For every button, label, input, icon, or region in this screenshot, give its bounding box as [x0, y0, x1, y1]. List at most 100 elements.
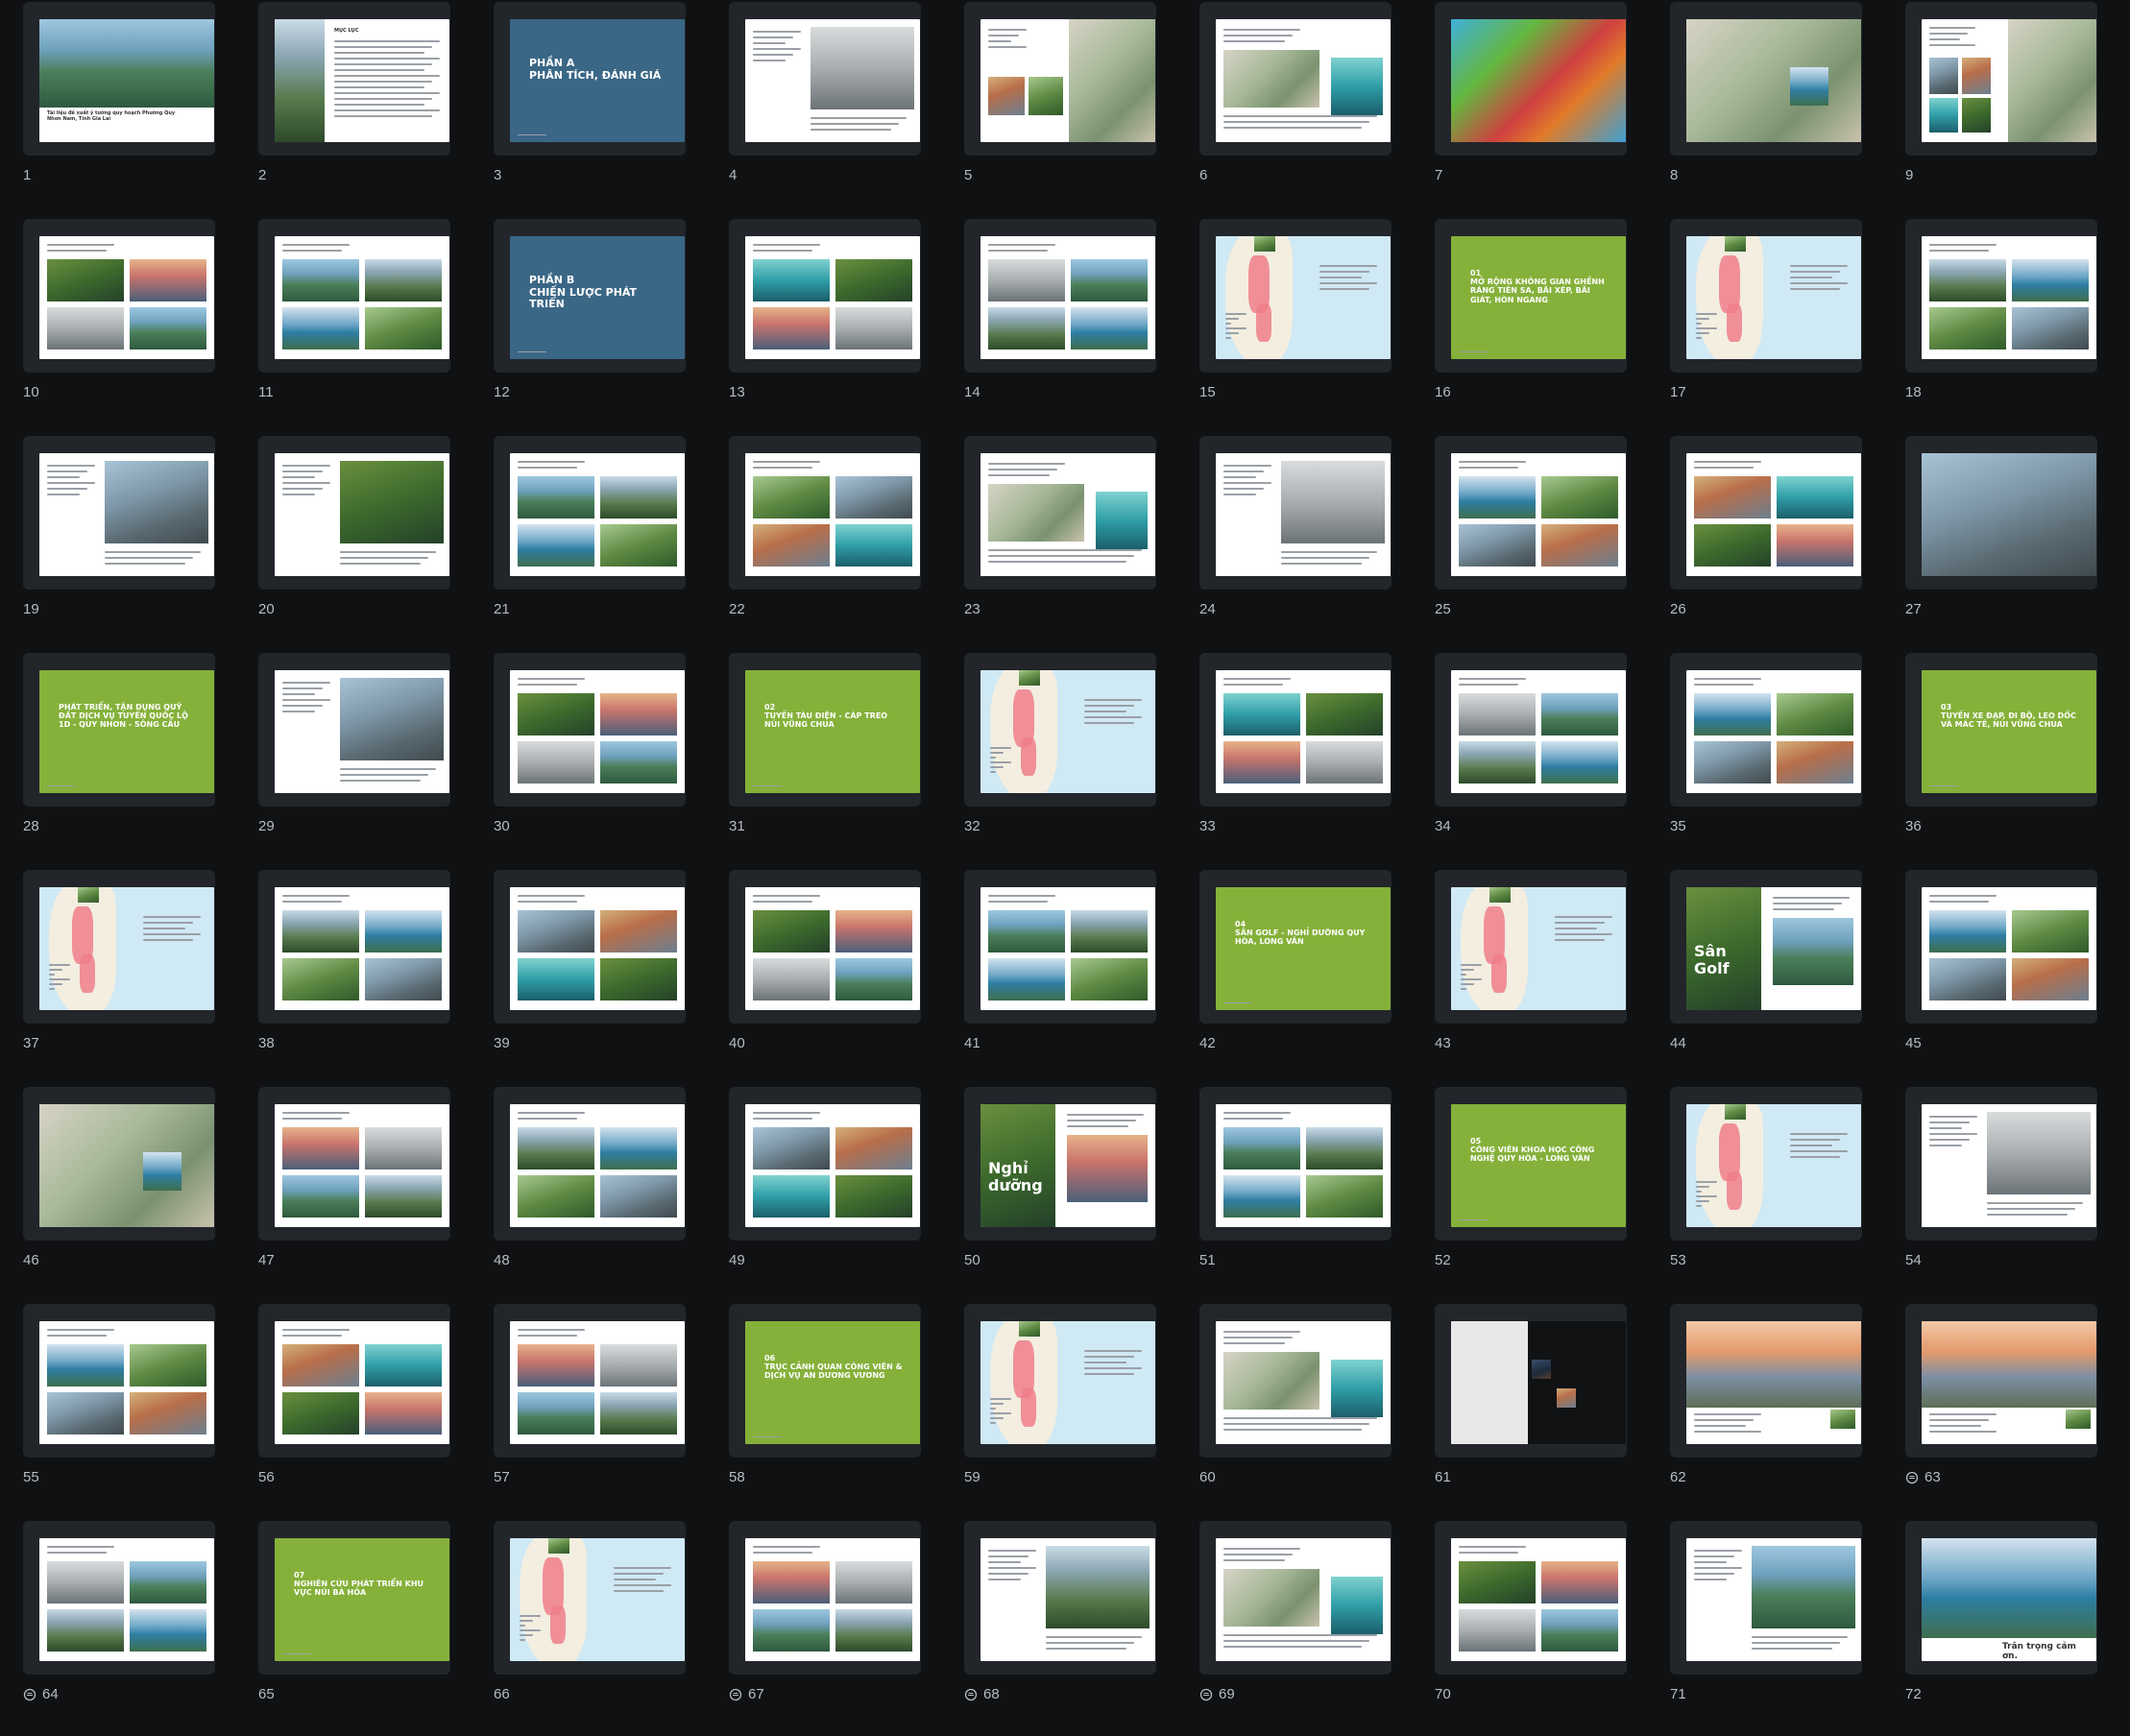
slide-page[interactable]: 07 NGHIÊN CỨU PHÁT TRIỂN KHU VỰC NÚI BÀ …	[275, 1538, 449, 1661]
slide-thumbnail[interactable]: 35	[1668, 651, 1889, 868]
comment-icon[interactable]	[1199, 1688, 1213, 1701]
slide-page[interactable]: PHẦN B CHIẾN LƯỢC PHÁT TRIỂN	[510, 236, 685, 359]
thumbnail-frame[interactable]	[494, 1087, 686, 1241]
thumbnail-frame[interactable]	[23, 1521, 215, 1675]
slide-page[interactable]: PHẦN A PHÂN TÍCH, ĐÁNH GIÁ	[510, 19, 685, 142]
slide-thumbnail[interactable]: 62	[1668, 1302, 1889, 1519]
slide-thumbnail[interactable]: 07 NGHIÊN CỨU PHÁT TRIỂN KHU VỰC NÚI BÀ …	[256, 1519, 477, 1736]
thumbnail-frame[interactable]	[23, 436, 215, 590]
slide-thumbnail[interactable]: 02 TUYẾN TÀU ĐIỆN - CÁP TREO NÚI VŨNG CH…	[727, 651, 948, 868]
thumbnail-frame[interactable]	[1905, 1304, 2097, 1458]
slide-page[interactable]	[275, 236, 449, 359]
thumbnail-frame[interactable]	[1435, 653, 1627, 807]
thumbnail-frame[interactable]	[1435, 870, 1627, 1024]
slide-thumbnail[interactable]: 53	[1668, 1085, 1889, 1302]
comment-icon[interactable]	[964, 1688, 978, 1701]
slide-thumbnail[interactable]: 46	[21, 1085, 242, 1302]
thumbnail-frame[interactable]: Nghỉ dưỡng	[964, 1087, 1156, 1241]
slide-thumbnail[interactable]: 45	[1903, 868, 2124, 1085]
slide-page[interactable]	[510, 670, 685, 793]
slide-page[interactable]	[1216, 19, 1391, 142]
slide-page[interactable]	[745, 1104, 920, 1227]
slide-page[interactable]	[39, 453, 214, 576]
slide-page[interactable]	[1922, 236, 2096, 359]
thumbnail-frame[interactable]	[1670, 2, 1862, 156]
slide-thumbnail[interactable]: 66	[492, 1519, 713, 1736]
slide-page[interactable]	[510, 1538, 685, 1661]
slide-thumbnail[interactable]: 11	[256, 217, 477, 434]
thumbnail-frame[interactable]	[729, 219, 921, 373]
thumbnail-frame[interactable]	[964, 2, 1156, 156]
slide-page[interactable]	[1922, 453, 2096, 576]
comment-icon[interactable]	[1905, 1471, 1919, 1484]
slide-thumbnail[interactable]: 71	[1668, 1519, 1889, 1736]
thumbnail-frame[interactable]	[494, 436, 686, 590]
slide-page[interactable]	[275, 670, 449, 793]
slide-page[interactable]	[745, 1538, 920, 1661]
slide-page[interactable]: 03 TUYẾN XE ĐẠP, ĐI BỘ, LEO DỐC VÀ MÁC T…	[1922, 670, 2096, 793]
slide-thumbnail[interactable]: 6	[1198, 0, 1418, 217]
slide-thumbnail[interactable]: 05 CÔNG VIÊN KHOA HỌC CÔNG NGHỆ QUY HÒA …	[1433, 1085, 1654, 1302]
comment-icon[interactable]	[23, 1688, 36, 1701]
slide-page[interactable]	[510, 887, 685, 1010]
thumbnail-frame[interactable]: 02 TUYẾN TÀU ĐIỆN - CÁP TREO NÚI VŨNG CH…	[729, 653, 921, 807]
slide-thumbnail[interactable]: 20	[256, 434, 477, 651]
slide-page[interactable]: Nghỉ dưỡng	[980, 1104, 1155, 1227]
thumbnail-frame[interactable]	[964, 1304, 1156, 1458]
thumbnail-frame[interactable]	[729, 2, 921, 156]
slide-page[interactable]	[1451, 453, 1626, 576]
slide-thumbnail[interactable]: 39	[492, 868, 713, 1085]
thumbnail-frame[interactable]	[1199, 219, 1392, 373]
slide-thumbnail[interactable]: 48	[492, 1085, 713, 1302]
thumbnail-frame[interactable]	[1199, 653, 1392, 807]
slide-page[interactable]: 02 TUYẾN TÀU ĐIỆN - CÁP TREO NÚI VŨNG CH…	[745, 670, 920, 793]
thumbnail-frame[interactable]	[729, 1521, 921, 1675]
slide-page[interactable]	[275, 453, 449, 576]
slide-thumbnail[interactable]: 38	[256, 868, 477, 1085]
slide-page[interactable]	[980, 1321, 1155, 1444]
slide-page[interactable]	[1216, 1538, 1391, 1661]
thumbnail-frame[interactable]	[964, 219, 1156, 373]
slide-page[interactable]	[1922, 1104, 2096, 1227]
slide-page[interactable]	[980, 670, 1155, 793]
thumbnail-frame[interactable]	[1905, 436, 2097, 590]
slide-thumbnail[interactable]: 64	[21, 1519, 242, 1736]
slide-page[interactable]: Tài liệu đề xuất ý tưởng quy hoạch Phườn…	[39, 19, 214, 142]
slide-page[interactable]	[1451, 19, 1626, 142]
thumbnail-frame[interactable]	[729, 436, 921, 590]
slide-page[interactable]	[39, 1104, 214, 1227]
thumbnail-frame[interactable]	[258, 870, 450, 1024]
slide-page[interactable]	[275, 1104, 449, 1227]
slide-thumbnail[interactable]: 37	[21, 868, 242, 1085]
thumbnail-frame[interactable]	[1199, 2, 1392, 156]
slide-thumbnail[interactable]: PHẦN B CHIẾN LƯỢC PHÁT TRIỂN 12	[492, 217, 713, 434]
thumbnail-frame[interactable]	[1670, 1304, 1862, 1458]
slide-page[interactable]	[1922, 1321, 2096, 1444]
slide-page[interactable]	[745, 19, 920, 142]
slide-page[interactable]: 05 CÔNG VIÊN KHOA HỌC CÔNG NGHỆ QUY HÒA …	[1451, 1104, 1626, 1227]
thumbnail-frame[interactable]: 01 MỞ RỘNG KHÔNG GIAN GHỀNH RÁNG TIÊN SA…	[1435, 219, 1627, 373]
slide-thumbnail[interactable]: 34	[1433, 651, 1654, 868]
thumbnail-frame[interactable]	[494, 1304, 686, 1458]
slide-thumbnail[interactable]: 22	[727, 434, 948, 651]
slide-thumbnail[interactable]: 8	[1668, 0, 1889, 217]
slide-thumbnail[interactable]: 14	[962, 217, 1183, 434]
thumbnail-frame[interactable]	[729, 870, 921, 1024]
slide-thumbnail[interactable]: 26	[1668, 434, 1889, 651]
slide-thumbnail[interactable]: 57	[492, 1302, 713, 1519]
thumbnail-frame[interactable]	[1670, 219, 1862, 373]
slide-thumbnail[interactable]: 21	[492, 434, 713, 651]
slide-thumbnail[interactable]: 56	[256, 1302, 477, 1519]
slide-thumbnail[interactable]: 41	[962, 868, 1183, 1085]
thumbnail-frame[interactable]	[494, 870, 686, 1024]
thumbnail-frame[interactable]	[1199, 436, 1392, 590]
slide-page[interactable]: Sân Golf	[1686, 887, 1861, 1010]
slide-thumbnail[interactable]: 25	[1433, 434, 1654, 651]
comment-icon[interactable]	[729, 1688, 742, 1701]
thumbnail-frame[interactable]: Tài liệu đề xuất ý tưởng quy hoạch Phườn…	[23, 2, 215, 156]
slide-thumbnail[interactable]: Sân Golf 44	[1668, 868, 1889, 1085]
slide-thumbnail[interactable]: 03 TUYẾN XE ĐẠP, ĐI BỘ, LEO DỐC VÀ MÁC T…	[1903, 651, 2124, 868]
thumbnail-frame[interactable]: 03 TUYẾN XE ĐẠP, ĐI BỘ, LEO DỐC VÀ MÁC T…	[1905, 653, 2097, 807]
slide-thumbnail[interactable]: 69	[1198, 1519, 1418, 1736]
thumbnail-frame[interactable]	[258, 653, 450, 807]
